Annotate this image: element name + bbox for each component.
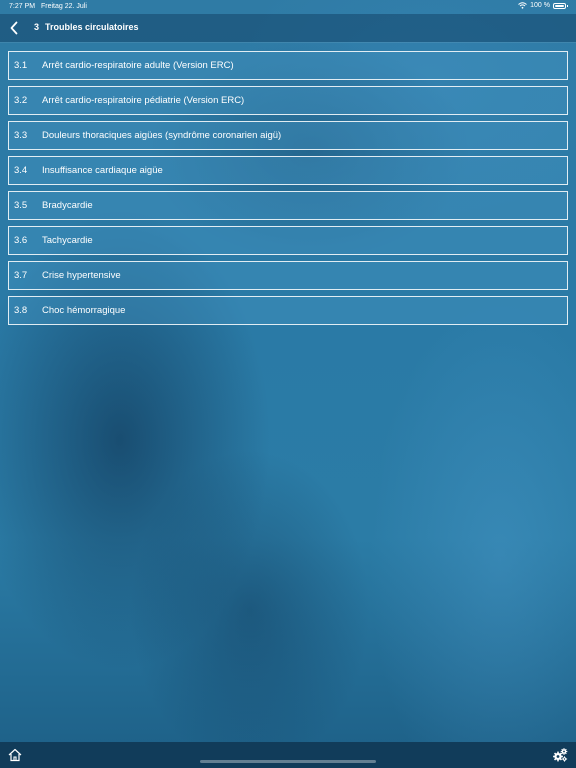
page-title: 3 Troubles circulatoires <box>34 22 139 32</box>
item-label: Douleurs thoraciques aigües (syndrôme co… <box>42 130 282 141</box>
list-item[interactable]: 3.6 Tachycardie <box>8 226 568 255</box>
chapter-title: Troubles circulatoires <box>45 22 139 32</box>
item-label: Crise hypertensive <box>42 270 121 281</box>
home-button[interactable] <box>7 747 23 763</box>
item-number: 3.8 <box>14 305 28 316</box>
gears-icon <box>553 748 568 762</box>
status-date: Freitag 22. Juli <box>41 3 87 10</box>
list-item[interactable]: 3.3 Douleurs thoraciques aigües (syndrôm… <box>8 121 568 150</box>
list-item[interactable]: 3.4 Insuffisance cardiaque aigüe <box>8 156 568 185</box>
list-item[interactable]: 3.2 Arrêt cardio-respiratoire pédiatrie … <box>8 86 568 115</box>
item-label: Bradycardie <box>42 200 93 211</box>
navigation-bar: 3 Troubles circulatoires <box>0 14 576 42</box>
battery-percentage: 100 % <box>530 2 550 9</box>
battery-level <box>555 4 564 7</box>
wifi-icon <box>518 2 527 9</box>
item-number: 3.2 <box>14 95 28 106</box>
item-number: 3.5 <box>14 200 28 211</box>
item-number: 3.4 <box>14 165 28 176</box>
tab-bar <box>0 742 576 768</box>
item-number: 3.3 <box>14 130 28 141</box>
list-item[interactable]: 3.7 Crise hypertensive <box>8 261 568 290</box>
item-label: Arrêt cardio-respiratoire adulte (Versio… <box>42 60 234 71</box>
list-item[interactable]: 3.1 Arrêt cardio-respiratoire adulte (Ve… <box>8 51 568 80</box>
back-button[interactable] <box>4 18 24 38</box>
home-icon <box>8 748 22 762</box>
status-indicators: 100 % <box>518 2 568 9</box>
chapter-number: 3 <box>34 22 40 32</box>
item-number: 3.1 <box>14 60 28 71</box>
item-label: Arrêt cardio-respiratoire pédiatrie (Ver… <box>42 95 245 106</box>
screen: 7:27 PM Freitag 22. Juli 100 % 3 Troubles <box>0 0 576 768</box>
item-label: Tachycardie <box>42 235 93 246</box>
item-label: Choc hémorragique <box>42 305 126 316</box>
settings-button[interactable] <box>552 747 568 763</box>
battery-icon <box>553 2 568 9</box>
list-item[interactable]: 3.5 Bradycardie <box>8 191 568 220</box>
item-number: 3.7 <box>14 270 28 281</box>
status-time: 7:27 PM <box>9 3 36 10</box>
item-label: Insuffisance cardiaque aigüe <box>42 165 163 176</box>
list-item[interactable]: 3.8 Choc hémorragique <box>8 296 568 325</box>
topic-list: 3.1 Arrêt cardio-respiratoire adulte (Ve… <box>8 51 568 331</box>
status-bar: 7:27 PM Freitag 22. Juli 100 % <box>0 0 576 14</box>
home-indicator <box>200 760 376 763</box>
item-number: 3.6 <box>14 235 28 246</box>
chevron-left-icon <box>10 21 18 35</box>
